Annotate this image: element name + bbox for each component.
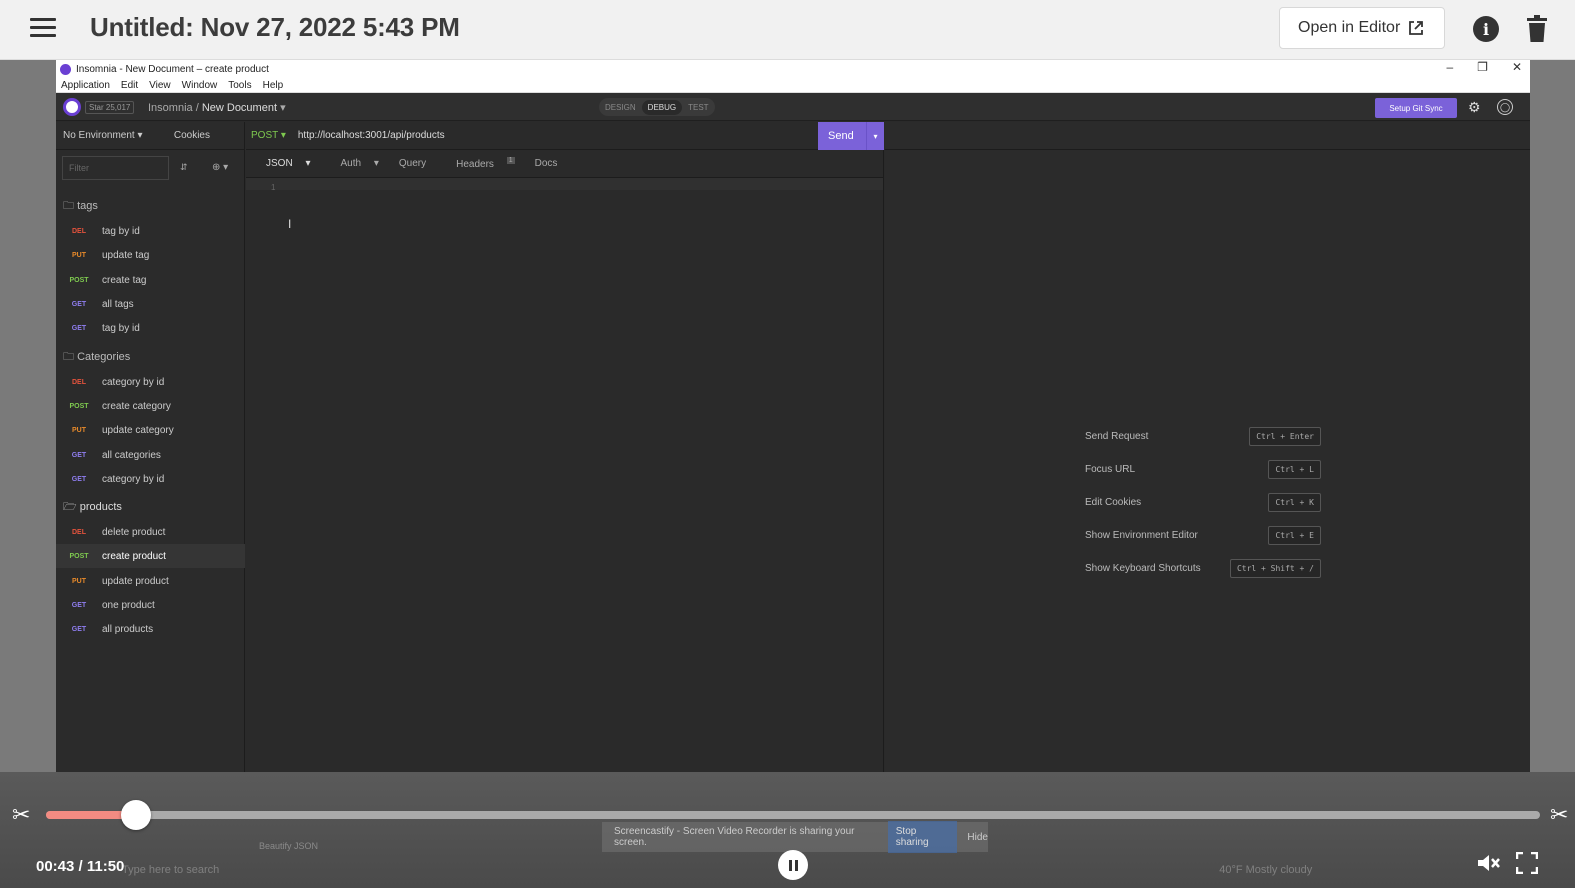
window-titlebar: Insomnia - New Document – create product… — [56, 60, 1530, 78]
response-pane: Send Request Ctrl + Enter Focus URL Ctrl +… — [885, 122, 1530, 772]
request-pane: POST ▾ http://localhost:3001/api/product… — [246, 122, 884, 772]
sidebar-item[interactable]: GET one product — [56, 593, 245, 617]
close-icon[interactable]: ✕ — [1512, 60, 1522, 74]
trim-end-icon[interactable]: ✂ — [1550, 802, 1568, 828]
url-input[interactable]: http://localhost:3001/api/products — [298, 130, 445, 141]
share-text: Screencastify - Screen Video Recorder is… — [614, 826, 855, 848]
sort-icon[interactable]: ⇵ — [180, 162, 188, 173]
breadcrumb-document[interactable]: New Document — [202, 102, 277, 114]
add-icon[interactable]: ⊕ ▾ — [212, 162, 228, 173]
body-editor[interactable]: 1 — [246, 178, 883, 192]
shortcut-row: Focus URL Ctrl + L — [1085, 460, 1321, 479]
trim-start-icon[interactable]: ✂ — [12, 802, 36, 827]
text-cursor-icon: I — [288, 217, 292, 231]
sidebar-item[interactable]: GET all categories — [56, 443, 245, 467]
tab-debug[interactable]: DEBUG — [641, 99, 683, 115]
insomnia-window: Insomnia - New Document – create product… — [56, 60, 1530, 772]
sidebar-item[interactable]: PUT update product — [56, 569, 245, 593]
sidebar-item[interactable]: GET all products — [56, 617, 245, 641]
top-bar: Untitled: Nov 27, 2022 5:43 PM Open in E… — [0, 0, 1575, 60]
menu-edit[interactable]: Edit — [121, 80, 138, 91]
beautify-json-label: Beautify JSON — [259, 841, 319, 851]
headers-count-badge: 1 — [506, 157, 515, 165]
tab-docs[interactable]: Docs — [525, 158, 568, 169]
open-in-editor-button[interactable]: Open in Editor — [1279, 7, 1445, 49]
sidebar-item[interactable]: DEL delete product — [56, 520, 245, 544]
sidebar-item[interactable]: GET tag by id — [56, 316, 245, 340]
folder-products[interactable]: 🗁 products — [63, 498, 122, 517]
page-title: Untitled: Nov 27, 2022 5:43 PM — [90, 12, 460, 42]
breadcrumb-root[interactable]: Insomnia — [148, 102, 193, 114]
fullscreen-icon[interactable] — [1516, 852, 1538, 874]
github-star-badge[interactable]: Star 25,017 — [85, 101, 135, 114]
restore-icon[interactable]: ❐ — [1477, 60, 1488, 74]
account-icon[interactable]: ◯ — [1497, 99, 1513, 115]
tab-json[interactable]: JSON ▾ — [246, 158, 320, 169]
environment-selector[interactable]: No Environment ▾ — [63, 130, 143, 141]
shortcut-row: Send Request Ctrl + Enter — [1085, 427, 1321, 446]
menu-help[interactable]: Help — [263, 80, 284, 91]
screen-share-banner: Screencastify - Screen Video Recorder is… — [602, 821, 988, 853]
menu-view[interactable]: View — [149, 80, 171, 91]
insomnia-logo-icon — [60, 63, 71, 75]
setup-git-sync-button[interactable]: Setup Git Sync — [1375, 98, 1457, 118]
info-icon[interactable]: i — [1473, 16, 1499, 42]
sidebar-item[interactable]: GET all tags — [56, 292, 245, 316]
pause-icon — [788, 859, 792, 871]
taskbar-search[interactable]: Type here to search — [122, 864, 219, 876]
chevron-down-icon[interactable]: ▾ — [866, 122, 884, 150]
sidebar-item[interactable]: POST create category — [56, 394, 245, 418]
tab-query[interactable]: Query — [389, 158, 436, 169]
chevron-down-icon[interactable]: ▾ — [280, 102, 286, 114]
sidebar: No Environment ▾ Cookies Filter ⇵ ⊕ ▾ 🗀 … — [56, 122, 245, 772]
sidebar-item[interactable]: DEL tag by id — [56, 219, 245, 243]
gear-icon[interactable]: ⚙ — [1468, 99, 1481, 116]
shortcut-row: Show Keyboard Shortcuts Ctrl + Shift + / — [1085, 559, 1321, 578]
folder-categories[interactable]: 🗀 Categories — [63, 348, 130, 367]
folder-tags[interactable]: 🗀 tags — [63, 197, 98, 216]
progress-thumb[interactable] — [120, 800, 151, 830]
tab-design[interactable]: DESIGN — [605, 103, 636, 112]
sidebar-item[interactable]: PUT update category — [56, 418, 245, 442]
minimize-icon[interactable]: – — [1446, 60, 1453, 74]
menu-bar: Application Edit View Window Tools Help — [56, 78, 1530, 93]
open-in-editor-label: Open in Editor — [1298, 19, 1401, 36]
menu-application[interactable]: Application — [61, 80, 110, 91]
filter-input[interactable]: Filter — [62, 156, 169, 180]
mode-switcher: DESIGN DEBUG TEST — [599, 98, 715, 116]
external-link-icon — [1409, 21, 1424, 35]
cookies-button[interactable]: Cookies — [174, 130, 210, 141]
tab-headers[interactable]: Headers 1 — [436, 157, 525, 170]
playback-time: 00:43 / 11:50 — [36, 858, 125, 875]
tab-auth[interactable]: Auth ▾ — [320, 158, 388, 169]
mute-icon[interactable] — [1476, 852, 1502, 874]
sidebar-item[interactable]: DEL category by id — [56, 370, 245, 394]
pause-button[interactable] — [778, 850, 808, 880]
trash-icon[interactable] — [1526, 15, 1548, 43]
progress-track[interactable] — [46, 811, 1540, 819]
hide-button[interactable]: Hide — [967, 832, 988, 843]
line-number: 1 — [271, 183, 276, 192]
sidebar-item-selected[interactable]: POST create product — [56, 544, 245, 568]
tab-test[interactable]: TEST — [688, 103, 708, 112]
menu-tools[interactable]: Tools — [228, 80, 251, 91]
stop-sharing-button[interactable]: Stop sharing — [887, 821, 958, 853]
sidebar-item[interactable]: GET category by id — [56, 467, 245, 491]
menu-window[interactable]: Window — [182, 80, 218, 91]
breadcrumb: Insomnia / New Document ▾ — [148, 102, 286, 114]
menu-icon[interactable] — [30, 18, 56, 38]
send-button[interactable]: Send ▾ — [818, 122, 884, 150]
sidebar-item[interactable]: POST create tag — [56, 268, 245, 292]
app-header: Star 25,017 Insomnia / New Document ▾ DE… — [56, 93, 1530, 121]
window-title: Insomnia - New Document – create product — [76, 63, 269, 75]
sidebar-item[interactable]: PUT update tag — [56, 243, 245, 267]
shortcut-row: Edit Cookies Ctrl + K — [1085, 493, 1321, 512]
method-selector[interactable]: POST ▾ — [251, 130, 286, 141]
taskbar-weather: 40°F Mostly cloudy — [1219, 864, 1313, 876]
shortcut-row: Show Environment Editor Ctrl + E — [1085, 526, 1321, 545]
insomnia-app-icon[interactable] — [63, 98, 81, 116]
